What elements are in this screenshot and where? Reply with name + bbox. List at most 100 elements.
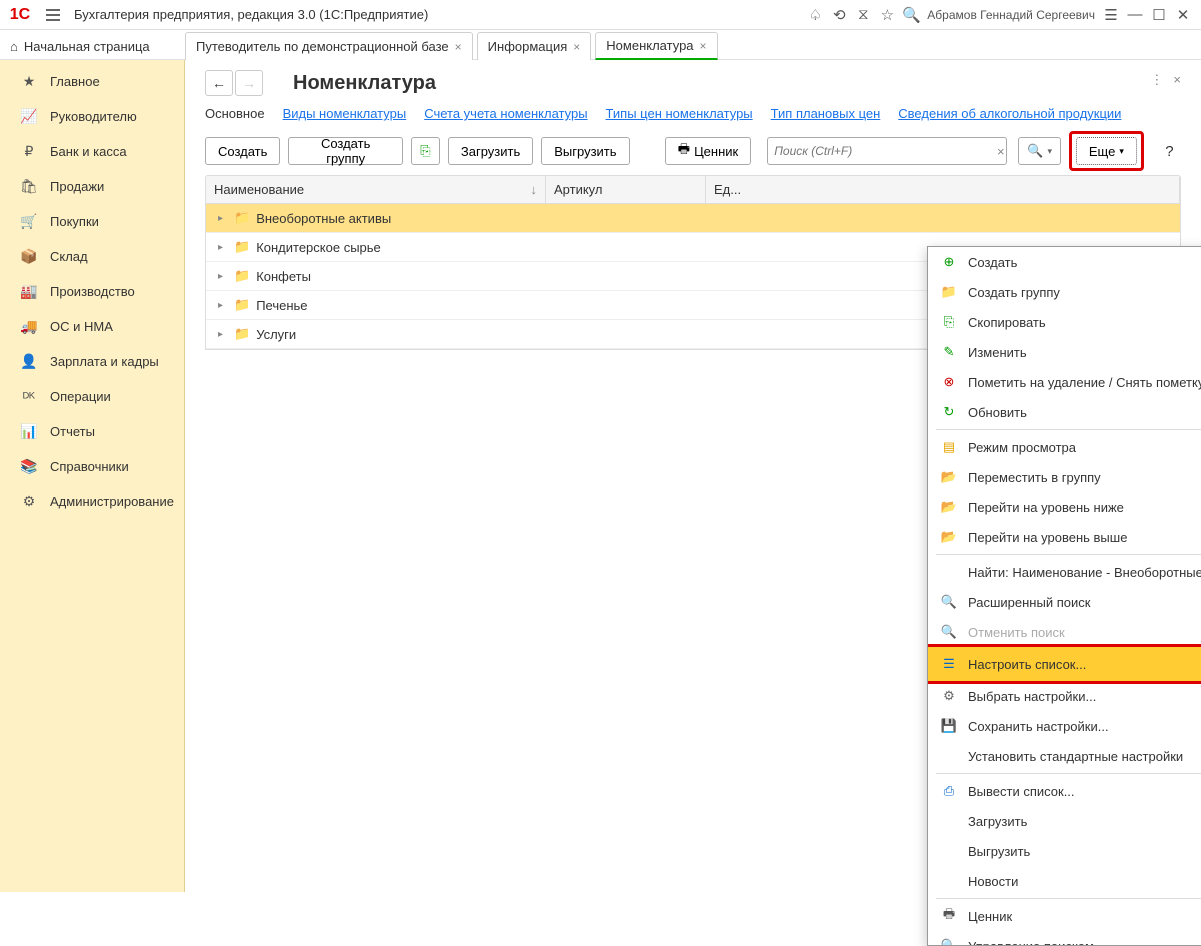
menu-item[interactable]: ☰Настроить список... bbox=[927, 644, 1201, 684]
menu-item-label: Скопировать bbox=[968, 315, 1201, 330]
load-button[interactable]: Загрузить bbox=[448, 137, 533, 165]
menu-item[interactable]: ⊗Пометить на удаление / Снять пометкуDel bbox=[928, 367, 1201, 397]
sort-icon: ↓ bbox=[531, 182, 538, 197]
sub-tab[interactable]: Основное bbox=[205, 106, 265, 121]
search-clear-icon[interactable]: × bbox=[991, 144, 1010, 159]
menu-item[interactable]: 🔍Расширенный поискAlt+F bbox=[928, 587, 1201, 617]
sub-tab[interactable]: Счета учета номенклатуры bbox=[424, 106, 587, 121]
copy-button[interactable]: ⎘ bbox=[411, 137, 440, 165]
tab-label: Информация bbox=[488, 39, 568, 54]
home-tab[interactable]: ⌂ Начальная страница bbox=[0, 32, 181, 60]
sidebar-item[interactable]: 📦Склад bbox=[0, 239, 184, 274]
menu-item-label: Вывести список... bbox=[968, 784, 1201, 799]
sub-tab[interactable]: Сведения об алкогольной продукции bbox=[898, 106, 1121, 121]
menu-item[interactable]: ⎙Вывести список... bbox=[928, 776, 1201, 806]
menu-item[interactable]: ▤Режим просмотра▶ bbox=[928, 432, 1201, 462]
sub-tab[interactable]: Виды номенклатуры bbox=[283, 106, 407, 121]
table-row[interactable]: ▸📁Внеоборотные активы bbox=[206, 204, 1180, 233]
sync-icon[interactable]: ⟲ bbox=[827, 3, 851, 27]
hamburger-icon[interactable] bbox=[42, 3, 66, 27]
close-icon[interactable]: ✕ bbox=[1171, 3, 1195, 27]
create-button[interactable]: Создать bbox=[205, 137, 280, 165]
sidebar: ★Главное📈Руководителю ₽ Банк и касса 🛍Прода… bbox=[0, 60, 185, 892]
home-icon: ⌂ bbox=[10, 39, 18, 54]
sidebar-item[interactable]: 📚Справочники bbox=[0, 449, 184, 484]
sidebar-item[interactable]: ᴰᴷОперации bbox=[0, 379, 184, 414]
pricetag-button[interactable]: 🖶Ценник bbox=[665, 137, 751, 165]
create-group-button[interactable]: Создать группу bbox=[288, 137, 403, 165]
maximize-icon[interactable]: ☐ bbox=[1147, 3, 1171, 27]
tab-close-icon[interactable]: × bbox=[573, 40, 580, 54]
menu-item[interactable]: 🖶Ценник bbox=[928, 901, 1201, 931]
expand-icon[interactable]: ▸ bbox=[218, 242, 228, 253]
menu-item[interactable]: Загрузить bbox=[928, 806, 1201, 836]
notifications-icon[interactable]: ♤ bbox=[803, 3, 827, 27]
menu-item-label: Загрузить bbox=[968, 814, 1201, 829]
back-button[interactable]: ← bbox=[205, 70, 233, 96]
more-button[interactable]: Еще ▾ bbox=[1076, 137, 1137, 165]
tab-close-icon[interactable]: × bbox=[455, 40, 462, 54]
sidebar-item[interactable]: ₽ Банк и касса bbox=[0, 134, 184, 169]
close-page-icon[interactable]: × bbox=[1173, 72, 1181, 88]
sidebar-item[interactable]: 📈Руководителю bbox=[0, 99, 184, 134]
menu-item-label: Сохранить настройки... bbox=[968, 719, 1201, 734]
menu-item[interactable]: ⊕СоздатьIns bbox=[928, 247, 1201, 277]
sidebar-item[interactable]: ⚙Администрирование bbox=[0, 484, 184, 519]
search-input[interactable] bbox=[767, 137, 1007, 165]
tab[interactable]: Информация × bbox=[477, 32, 592, 60]
col-article[interactable]: Артикул bbox=[546, 176, 706, 203]
tab[interactable]: Путеводитель по демонстрационной базе× bbox=[185, 32, 473, 60]
sidebar-item-label: Продажи bbox=[50, 179, 104, 194]
sidebar-item[interactable]: 🛒Покупки bbox=[0, 204, 184, 239]
help-button[interactable]: ? bbox=[1158, 143, 1181, 160]
menu-item[interactable]: 🔍Управление поиском▶ bbox=[928, 931, 1201, 946]
menu-item-label: Создать bbox=[968, 255, 1201, 270]
sub-tabs: Основное Виды номенклатуры Счета учета ном… bbox=[205, 106, 1181, 121]
sidebar-item[interactable]: 🏭Производство bbox=[0, 274, 184, 309]
row-label: Услуги bbox=[256, 327, 296, 342]
menu-item[interactable]: ↻ОбновитьF5 bbox=[928, 397, 1201, 427]
expand-icon[interactable]: ▸ bbox=[218, 329, 228, 340]
sidebar-item[interactable]: 👤Зарплата и кадры bbox=[0, 344, 184, 379]
search-button[interactable]: 🔍 ▾ bbox=[1018, 137, 1060, 165]
unload-button[interactable]: Выгрузить bbox=[541, 137, 629, 165]
col-name[interactable]: Наименование↓ bbox=[206, 176, 546, 203]
menu-item[interactable]: 🔍Отменить поискCtrl+Q bbox=[928, 617, 1201, 647]
expand-icon[interactable]: ▸ bbox=[218, 213, 228, 224]
sidebar-item[interactable]: 🚚ОС и НМА bbox=[0, 309, 184, 344]
sub-tab[interactable]: Типы цен номенклатуры bbox=[606, 106, 753, 121]
user-name[interactable]: Абрамов Геннадий Сергеевич bbox=[923, 8, 1099, 22]
sidebar-item-label: ОС и НМА bbox=[50, 319, 113, 334]
user-menu-icon[interactable]: ☰ bbox=[1099, 3, 1123, 27]
sidebar-item[interactable]: 📊Отчеты bbox=[0, 414, 184, 449]
sidebar-item-label: Банк и касса bbox=[50, 144, 127, 159]
star-icon[interactable]: ☆ bbox=[875, 3, 899, 27]
menu-item[interactable]: ⎘СкопироватьF9 bbox=[928, 307, 1201, 337]
menu-item[interactable]: 💾Сохранить настройки... bbox=[928, 711, 1201, 741]
menu-item[interactable]: 📂Переместить в группуCtrl+Shift+M bbox=[928, 462, 1201, 492]
tab[interactable]: Номенклатура× bbox=[595, 32, 717, 60]
menu-item-icon: 🔍 bbox=[940, 593, 958, 611]
menu-item[interactable]: Установить стандартные настройки bbox=[928, 741, 1201, 771]
menu-item[interactable]: 📂Перейти на уровень вышеCtrl+Up bbox=[928, 522, 1201, 552]
minimize-icon[interactable]: — bbox=[1123, 3, 1147, 27]
menu-item[interactable]: 📁Создать группуCtrl+F9 bbox=[928, 277, 1201, 307]
sidebar-item-label: Отчеты bbox=[50, 424, 95, 439]
sidebar-item[interactable]: 🛍Продажи bbox=[0, 169, 184, 204]
col-unit[interactable]: Ед... bbox=[706, 176, 1180, 203]
menu-item[interactable]: ⚙Выбрать настройки... bbox=[928, 681, 1201, 711]
expand-icon[interactable]: ▸ bbox=[218, 300, 228, 311]
sub-tab[interactable]: Тип плановых цен bbox=[771, 106, 881, 121]
menu-item[interactable]: ✎ИзменитьF2 bbox=[928, 337, 1201, 367]
history-icon[interactable]: ⧖ bbox=[851, 3, 875, 27]
expand-icon[interactable]: ▸ bbox=[218, 271, 228, 282]
search-icon[interactable]: 🔍 bbox=[899, 3, 923, 27]
menu-item[interactable]: Найти: Наименование - Внеоборотные актив… bbox=[928, 557, 1201, 587]
tab-close-icon[interactable]: × bbox=[700, 39, 707, 53]
kebab-icon[interactable]: ⋮ bbox=[1150, 72, 1163, 88]
menu-item[interactable]: 📂Перейти на уровень нижеCtrl+Down bbox=[928, 492, 1201, 522]
forward-button[interactable]: → bbox=[235, 70, 263, 96]
sidebar-item[interactable]: ★Главное bbox=[0, 64, 184, 99]
menu-item[interactable]: Выгрузить bbox=[928, 836, 1201, 866]
ruble-icon: ₽ bbox=[20, 143, 38, 161]
